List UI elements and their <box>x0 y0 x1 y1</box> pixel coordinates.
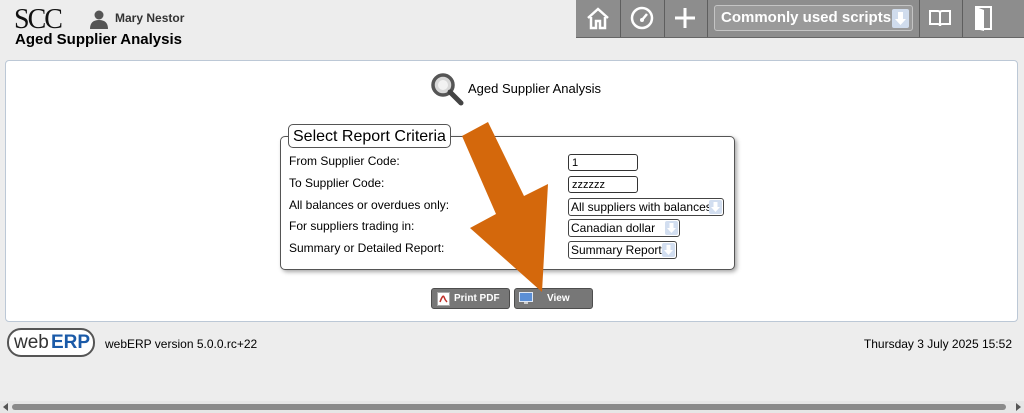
dashboard-button[interactable] <box>623 2 661 34</box>
chevron-down-icon <box>662 243 675 257</box>
weberp-logo-web: web <box>14 332 49 353</box>
toolbar-separator <box>919 0 920 37</box>
logout-icon <box>975 6 992 31</box>
monitor-icon <box>519 292 533 304</box>
from-supplier-code-input[interactable] <box>568 154 638 171</box>
report-type-select-value: Summary Report <box>571 243 662 257</box>
chevron-down-icon <box>892 9 909 28</box>
page-heading: Aged Supplier Analysis <box>15 31 182 48</box>
report-title-text: Aged Supplier Analysis <box>468 81 601 96</box>
scrollbar-thumb[interactable] <box>12 404 1006 410</box>
view-label: View <box>547 293 570 304</box>
print-pdf-button[interactable]: Print PDF <box>431 288 510 309</box>
currency-select[interactable]: Canadian dollar <box>568 219 680 237</box>
book-icon <box>929 10 951 27</box>
toolbar-separator <box>620 0 621 37</box>
balances-label: All balances or overdues only: <box>289 198 450 212</box>
from-supplier-code-label: From Supplier Code: <box>289 154 400 168</box>
home-icon <box>587 7 609 30</box>
scripts-menu-label: Commonly used scripts <box>721 9 892 26</box>
criteria-legend: Select Report Criteria <box>288 124 451 148</box>
version-text: webERP version 5.0.0.rc+22 <box>105 337 258 351</box>
user-name[interactable]: Mary Nestor <box>115 11 184 25</box>
chevron-down-icon <box>665 221 678 235</box>
view-button[interactable]: View <box>514 288 593 309</box>
print-pdf-label: Print PDF <box>454 293 500 304</box>
magnifier-icon <box>431 73 464 106</box>
manual-button[interactable] <box>921 2 959 34</box>
currency-select-value: Canadian dollar <box>571 221 656 235</box>
current-datetime: Thursday 3 July 2025 15:52 <box>863 337 1012 351</box>
weberp-logo-erp: ERP <box>51 332 91 353</box>
pdf-icon <box>437 292 450 306</box>
report-type-label: Summary or Detailed Report: <box>289 241 445 255</box>
to-supplier-code-input[interactable] <box>568 176 638 193</box>
balances-select-value: All suppliers with balances <box>571 200 712 214</box>
logout-button[interactable] <box>965 2 1003 34</box>
home-button[interactable] <box>579 2 617 34</box>
horizontal-scrollbar[interactable] <box>0 401 1024 413</box>
toolbar-separator <box>707 0 708 37</box>
dashboard-icon <box>630 6 654 30</box>
plus-icon <box>675 8 695 28</box>
add-button[interactable] <box>666 2 704 34</box>
toolbar-separator <box>664 0 665 37</box>
currency-label: For suppliers trading in: <box>289 219 415 233</box>
user-icon <box>90 10 108 29</box>
to-supplier-code-label: To Supplier Code: <box>289 176 385 190</box>
balances-select[interactable]: All suppliers with balances <box>568 198 724 216</box>
toolbar-separator <box>962 0 963 37</box>
weberp-logo[interactable]: web ERP <box>7 328 95 357</box>
report-type-select[interactable]: Summary Report <box>568 241 677 259</box>
commonly-used-scripts-menu[interactable]: Commonly used scripts <box>714 5 913 31</box>
chevron-down-icon <box>709 200 722 214</box>
scroll-left-icon[interactable] <box>3 403 8 411</box>
scroll-right-icon[interactable] <box>1016 403 1021 411</box>
